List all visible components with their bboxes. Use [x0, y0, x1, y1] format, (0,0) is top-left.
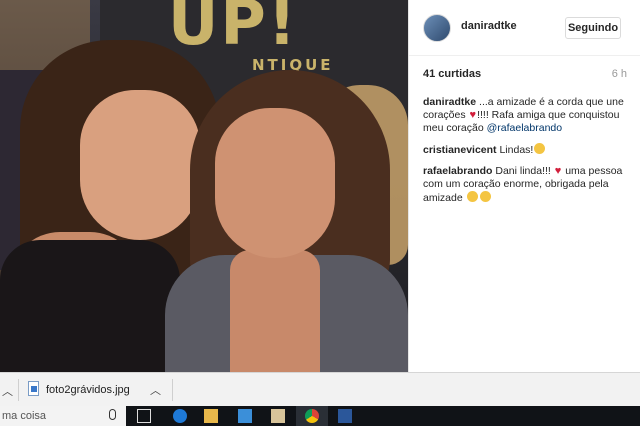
photo-person-left-face [80, 90, 200, 240]
file-explorer-icon[interactable] [204, 409, 218, 423]
comment-mention[interactable]: @rafaelabrando [487, 122, 562, 134]
edge-browser-icon[interactable] [173, 409, 187, 423]
screen: UP! NTIQUE daniradtke Seguindo 41 curtid… [0, 0, 640, 426]
heart-emoji-icon: ♥ [554, 165, 562, 177]
post-header: daniradtke Seguindo [409, 0, 640, 56]
post-side-panel: daniradtke Seguindo 41 curtidas 6 h dani… [408, 0, 640, 372]
comment-item: daniradtke ...a amizade é a corda que un… [423, 96, 629, 135]
download-divider [172, 379, 173, 401]
likes-row: 41 curtidas 6 h [423, 68, 627, 82]
download-filename[interactable]: foto2grávidos.jpg [46, 384, 130, 396]
photo-sign-big: UP! [168, 0, 299, 59]
comment-username[interactable]: daniradtke [423, 96, 476, 108]
download-divider [18, 379, 19, 401]
comment-text: Dani linda!!! [492, 165, 554, 177]
store-icon[interactable] [238, 409, 252, 423]
microphone-icon[interactable] [109, 409, 116, 420]
photo-person-left-dress [0, 240, 180, 372]
download-bar: ︿ foto2grávidos.jpg ︿ [0, 372, 640, 406]
image-file-icon [28, 381, 39, 396]
comments-list: daniradtke ...a amizade é a corda que un… [423, 96, 629, 213]
comment-username[interactable]: cristianevicent [423, 144, 497, 156]
post-username[interactable]: daniradtke [461, 20, 517, 32]
kiss-emoji-icon [466, 191, 478, 202]
smile-emoji-icon [534, 143, 546, 154]
smile-emoji-icon [479, 191, 491, 202]
likes-count[interactable]: 41 curtidas [423, 68, 481, 80]
comment-item: cristianevicent Lindas! [423, 143, 629, 157]
task-view-icon[interactable] [137, 409, 151, 423]
heart-emoji-icon: ♥ [469, 109, 477, 121]
taskbar-search-box[interactable]: ma coisa [0, 406, 126, 426]
chevron-up-icon[interactable]: ︿ [150, 382, 161, 398]
following-button[interactable]: Seguindo [565, 17, 621, 39]
chevron-up-icon[interactable]: ︿ [2, 383, 13, 399]
taskbar-search-text[interactable]: ma coisa [2, 410, 46, 422]
media-player-icon[interactable] [271, 409, 285, 423]
comment-text: Lindas! [496, 144, 534, 156]
chrome-icon[interactable] [305, 409, 319, 423]
post-time[interactable]: 6 h [612, 68, 627, 80]
comment-username[interactable]: rafaelabrando [423, 165, 492, 177]
photo-person-right-neck [230, 250, 320, 372]
photo-person-right-face [215, 108, 335, 258]
taskbar: ma coisa [0, 406, 640, 426]
post-photo[interactable]: UP! NTIQUE [0, 0, 408, 372]
word-icon[interactable] [338, 409, 352, 423]
comment-item: rafaelabrando Dani linda!!! ♥ uma pessoa… [423, 165, 629, 205]
avatar[interactable] [423, 14, 451, 42]
